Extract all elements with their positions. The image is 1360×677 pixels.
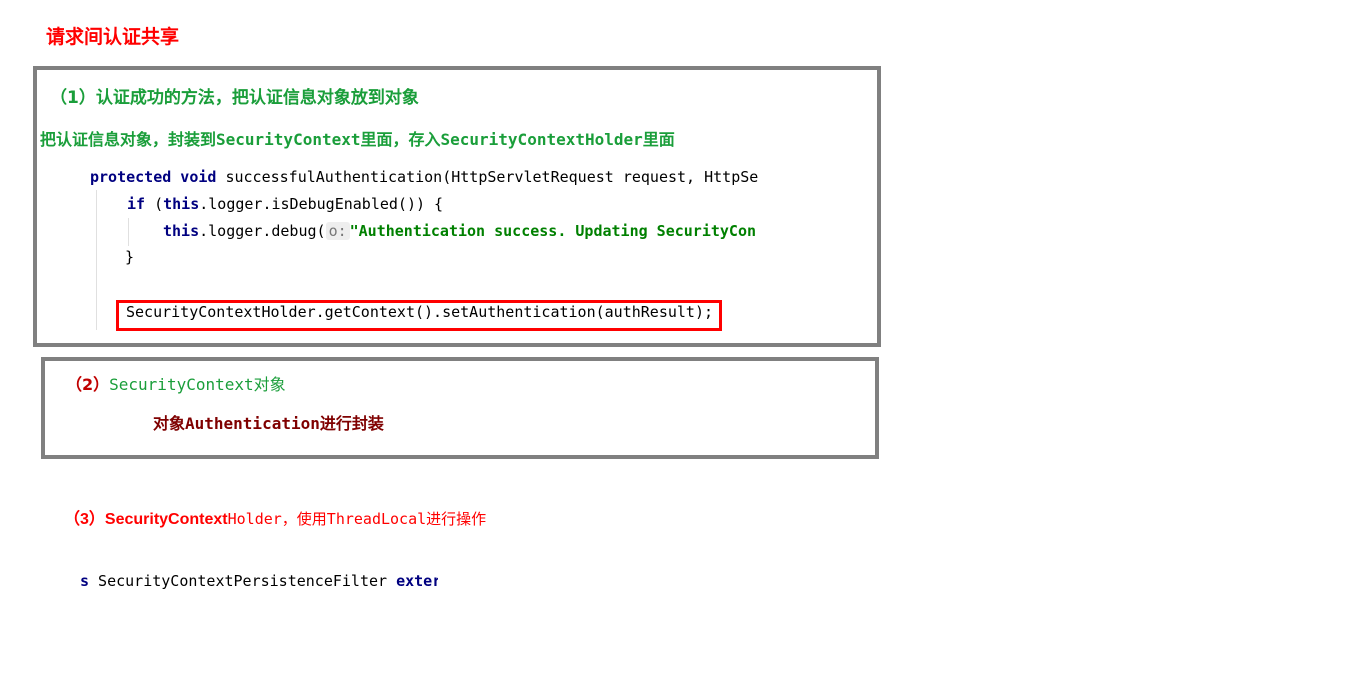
heading-prefix: （2） [66,375,110,394]
indent-guide [96,190,97,330]
keyword: this [163,222,200,240]
code-line-4: } [125,248,135,266]
code-text: ( [145,195,164,213]
code-text: .logger.isDebugEnabled()) { [199,195,444,213]
code-text: .logger.debug( [199,222,326,240]
code-text: successfulAuthentication(HttpServletRequ… [216,168,760,186]
heading-bold: （3）SecurityContext [64,511,228,528]
keyword: if [127,195,146,213]
section-2-heading: （2）SecurityContext对象 [66,371,286,395]
keyword: this [163,195,200,213]
code-line-3: this.logger.debug(o: "Authentication succ… [163,222,760,240]
keyword: protected void [90,168,217,186]
indent-guide [128,218,129,246]
code-line-1: protected void successfulAuthentication(… [90,168,760,186]
string-literal: "Authentication success. Updating Securi… [349,222,757,240]
section-3-heading: （3）SecurityContextHolder，使用ThreadLocal进行… [64,505,486,529]
highlighted-code: SecurityContextHolder.getContext().setAu… [126,303,713,321]
class-name: SecurityContextPersistenceFilter [89,572,397,590]
heading-text: SecurityContext对象 [109,375,286,394]
code-line-2: if (this.logger.isDebugEnabled()) { [127,195,443,213]
section-2-description: 对象Authentication进行封装 [153,414,384,433]
heading-text: Holder，使用ThreadLocal进行操作 [227,510,487,528]
parameter-hint: o: [325,222,350,240]
section-1-description: 把认证信息对象，封装到SecurityContext里面，存入SecurityC… [40,130,675,149]
code-snippet: s SecurityContextPersistenceFilter exter [80,572,438,590]
page-title: 请求间认证共享 [46,26,180,48]
keyword: s [80,572,90,590]
keyword: exter [396,572,438,590]
section-1-heading: （1）认证成功的方法，把认证信息对象放到对象 [50,88,419,108]
